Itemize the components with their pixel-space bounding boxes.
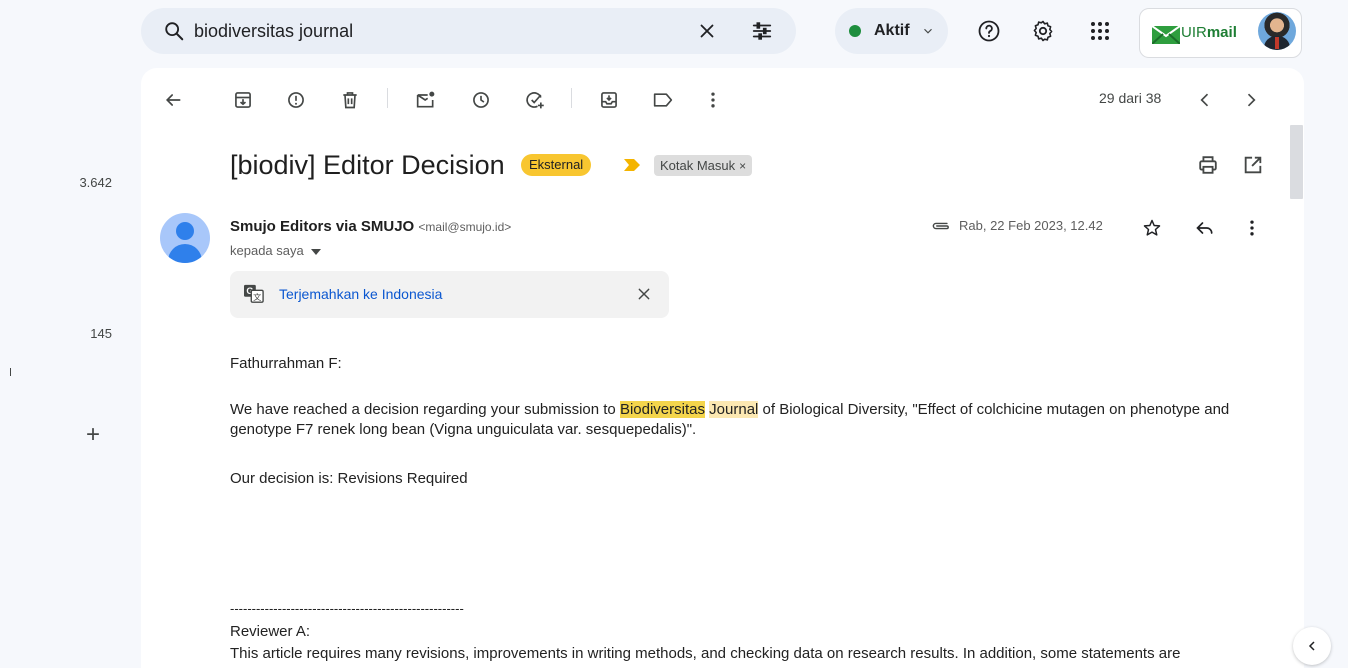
label-external: Eksternal <box>521 154 592 176</box>
svg-text:文: 文 <box>253 292 261 302</box>
rail-divider <box>10 368 11 376</box>
reply-icon[interactable] <box>1195 218 1215 238</box>
avatar-head <box>176 222 194 240</box>
body-paragraph: We have reached a decision regarding you… <box>230 401 1230 438</box>
pager-text: 29 dari 38 <box>1099 90 1162 106</box>
search-input[interactable] <box>194 20 624 42</box>
toolbar-divider <box>387 88 388 108</box>
chevron-left-icon[interactable] <box>1195 90 1215 110</box>
status-chip[interactable]: Aktif <box>835 8 948 54</box>
translate-link[interactable]: Terjemahkan ke Indonesia <box>279 286 442 302</box>
report-spam-icon[interactable] <box>286 90 306 110</box>
label-count: 145 <box>90 326 112 341</box>
mark-unread-icon[interactable] <box>415 90 437 110</box>
label-icon[interactable] <box>652 90 674 110</box>
recipient-text: kepada saya <box>230 243 304 258</box>
decision-line: Our decision is: Revisions Required <box>230 470 468 487</box>
back-arrow-icon[interactable] <box>163 90 183 110</box>
chevron-right-icon[interactable] <box>1241 90 1261 110</box>
toolbar-divider <box>571 88 572 108</box>
avatar-tie <box>1275 37 1279 49</box>
add-task-icon[interactable] <box>524 90 546 110</box>
plus-icon[interactable]: + <box>82 423 104 447</box>
star-icon[interactable] <box>1142 218 1162 238</box>
translate-icon: G文 <box>243 284 265 304</box>
label-inbox: Kotak Masuk × <box>654 155 753 176</box>
reviewer-comment: This article requires many revisions, im… <box>230 645 1181 662</box>
attachment-icon <box>930 219 952 233</box>
delete-icon[interactable] <box>340 90 360 110</box>
chevron-left-icon <box>1306 640 1318 652</box>
account-avatar[interactable] <box>1258 12 1296 50</box>
status-dot-icon <box>849 25 861 37</box>
snooze-icon[interactable] <box>471 90 491 110</box>
archive-icon[interactable] <box>233 90 253 110</box>
scrollbar[interactable] <box>1290 125 1303 199</box>
move-to-icon[interactable] <box>599 90 619 110</box>
search-highlight: Journal <box>709 401 759 418</box>
search-bar[interactable] <box>141 8 796 54</box>
print-icon[interactable] <box>1197 154 1219 176</box>
open-new-window-icon[interactable] <box>1242 154 1264 176</box>
chevron-down-icon <box>921 24 935 38</box>
tune-icon[interactable] <box>751 20 773 42</box>
email-subject: [biodiv] Editor Decision <box>230 150 505 180</box>
search-highlight: Biodiversitas <box>619 401 705 418</box>
close-icon[interactable] <box>696 20 718 42</box>
brand-name: UIRmail <box>1181 24 1237 41</box>
separator-line: ----------------------------------------… <box>230 601 464 616</box>
more-vert-icon[interactable] <box>1242 218 1262 238</box>
email-date: Rab, 22 Feb 2023, 12.42 <box>959 218 1103 233</box>
reviewer-heading: Reviewer A: <box>230 623 311 640</box>
translate-banner: G文 Terjemahkan ke Indonesia <box>230 271 669 318</box>
inbox-count: 3.642 <box>79 175 112 190</box>
label-remove-icon[interactable]: × <box>739 159 746 173</box>
help-icon[interactable] <box>977 19 1001 43</box>
recipient-line[interactable]: kepada saya <box>230 243 322 258</box>
importance-marker-icon[interactable] <box>624 159 640 171</box>
settings-icon[interactable] <box>1031 19 1055 43</box>
avatar-body <box>168 244 202 263</box>
sender-avatar <box>160 213 210 263</box>
greeting: Fathurrahman F: <box>230 355 342 372</box>
search-icon[interactable] <box>163 20 185 42</box>
close-icon[interactable] <box>636 286 652 302</box>
sender-name: Smujo Editors via SMUJO <box>230 218 415 235</box>
sender-address: <mail@smujo.id> <box>418 220 512 234</box>
caret-down-icon[interactable] <box>311 248 322 256</box>
apps-icon[interactable] <box>1088 19 1112 43</box>
mail-logo-icon <box>1152 26 1180 44</box>
side-panel-toggle[interactable] <box>1293 627 1331 665</box>
more-vert-icon[interactable] <box>703 90 723 110</box>
sender-line: Smujo Editors via SMUJO <mail@smujo.id> <box>230 218 511 235</box>
status-label: Aktif <box>874 22 910 39</box>
label-inbox-text: Kotak Masuk <box>660 158 736 173</box>
